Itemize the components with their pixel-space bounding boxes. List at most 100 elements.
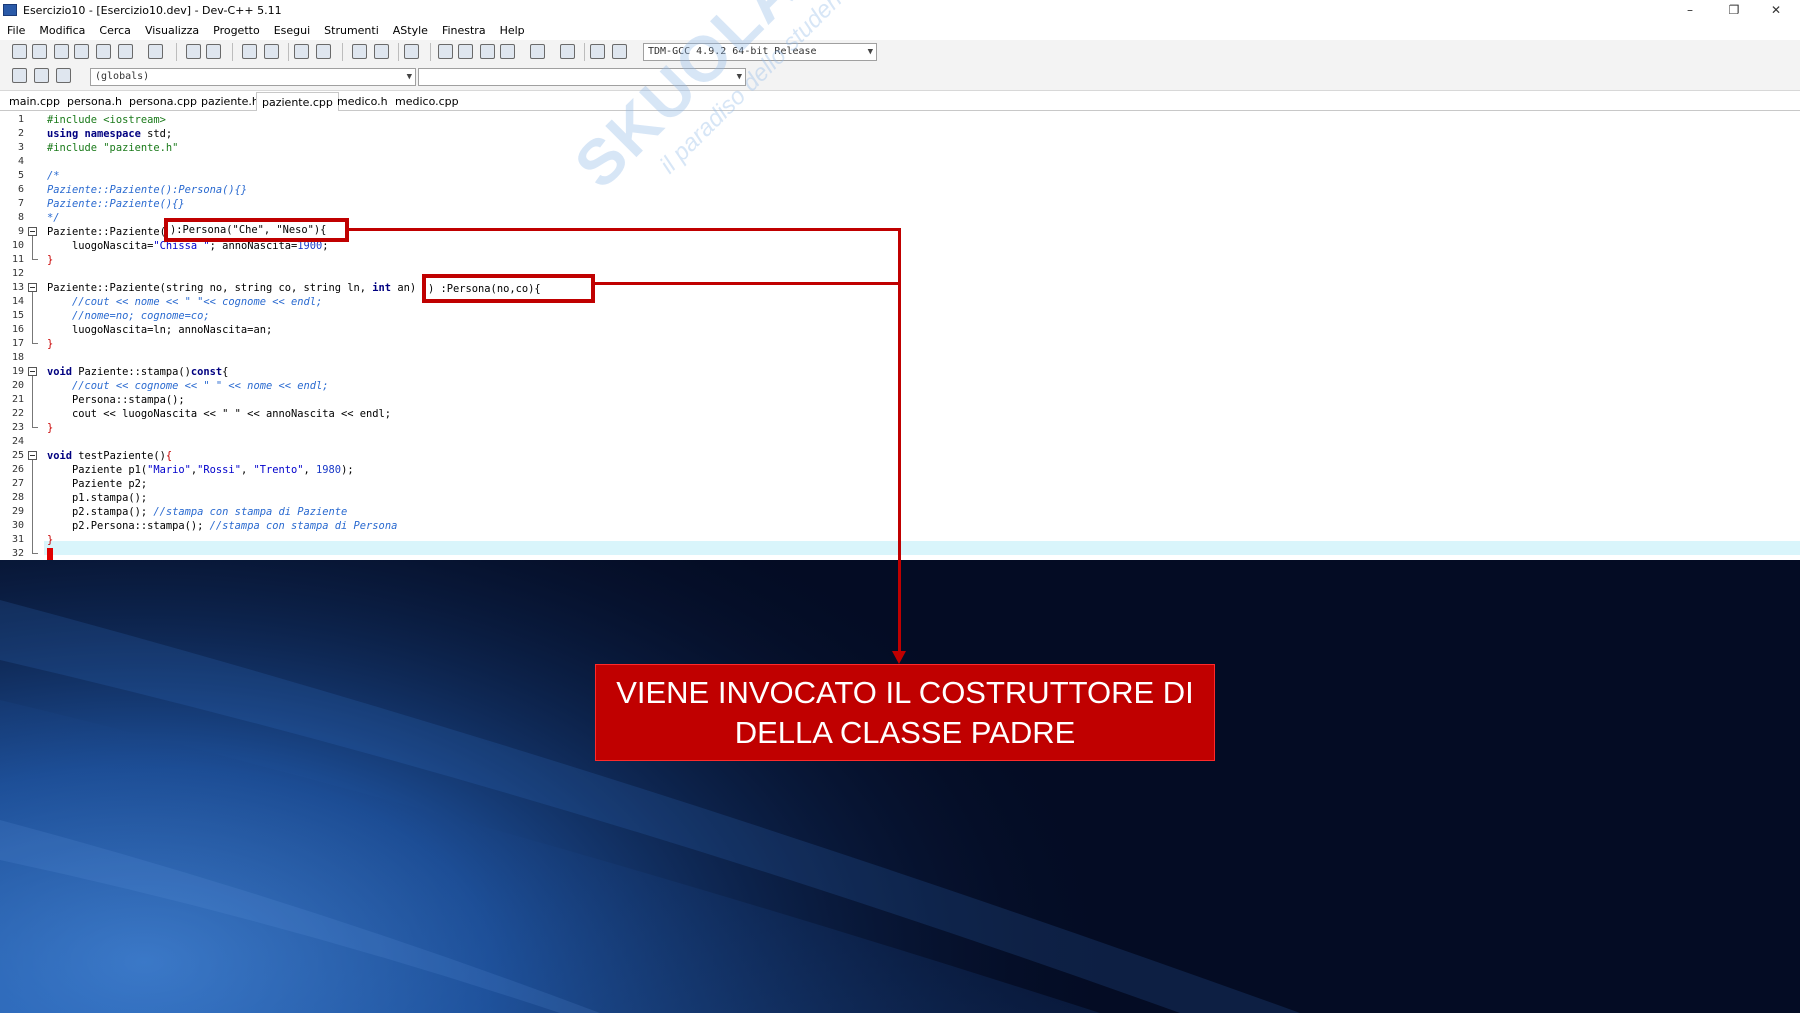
toolbar-separator	[176, 43, 177, 61]
chevron-down-icon: ▼	[406, 72, 412, 82]
debug-icon[interactable]	[612, 44, 627, 59]
code-line: void Paziente::stampa()const{	[47, 366, 229, 378]
code-line: p1.stampa();	[47, 492, 148, 504]
code-line: //nome=no; cognome=co;	[47, 310, 210, 322]
fold-guide	[32, 343, 38, 344]
line-number: 16	[11, 324, 24, 335]
line-number: 9	[17, 226, 24, 237]
code-line: Persona::stampa();	[47, 394, 185, 406]
line-number: 13	[11, 282, 24, 293]
editor-tabs: main.cpp persona.h persona.cpp paziente.…	[0, 92, 1800, 111]
redo-icon[interactable]	[206, 44, 221, 59]
remove-from-project-icon[interactable]	[374, 44, 389, 59]
code-line: /*	[47, 170, 60, 182]
toolbar-separator	[342, 43, 343, 61]
print-icon[interactable]	[148, 44, 163, 59]
callout-line-2: DELLA CLASSE PADRE	[734, 714, 1076, 750]
callout-line-1: VIENE INVOCATO IL COSTRUTTORE DI	[616, 674, 1194, 710]
menu-modifica[interactable]: Modifica	[32, 24, 92, 37]
menu-esegui[interactable]: Esegui	[267, 24, 317, 37]
menu-strumenti[interactable]: Strumenti	[317, 24, 386, 37]
close-button[interactable]: ✕	[1756, 0, 1796, 20]
code-line: }	[47, 254, 54, 266]
highlight-text: ):Persona("Che", "Neso"){	[170, 224, 327, 236]
tab-main-cpp[interactable]: main.cpp	[4, 94, 65, 110]
tab-paziente-cpp[interactable]: paziente.cpp	[256, 92, 339, 111]
line-number: 6	[17, 184, 24, 195]
save-all-icon[interactable]	[74, 44, 89, 59]
compile-run-icon[interactable]	[480, 44, 495, 59]
menu-visualizza[interactable]: Visualizza	[138, 24, 206, 37]
fold-toggle-icon[interactable]	[28, 367, 37, 376]
new-file-icon[interactable]	[12, 44, 27, 59]
highlight-box-persona-no-co: ) :Persona(no,co){	[422, 274, 595, 303]
menu-finestra[interactable]: Finestra	[435, 24, 493, 37]
line-number: 24	[11, 436, 24, 447]
fold-guide	[32, 376, 33, 427]
rebuild-all-icon[interactable]	[500, 44, 515, 59]
profile-icon[interactable]	[590, 44, 605, 59]
window-title: Esercizio10 - [Esercizio10.dev] - Dev-C+…	[23, 3, 282, 17]
text-caret	[47, 548, 53, 560]
chevron-down-icon: ▼	[736, 72, 742, 82]
tab-medico-cpp[interactable]: medico.cpp	[390, 94, 464, 110]
compiler-select[interactable]: TDM-GCC 4.9.2 64-bit Release ▼	[643, 43, 877, 61]
stop-execution-icon[interactable]	[560, 44, 575, 59]
compile-icon[interactable]	[438, 44, 453, 59]
undo-icon[interactable]	[186, 44, 201, 59]
goto-line-icon[interactable]	[294, 44, 309, 59]
insert-icon[interactable]	[12, 68, 27, 83]
add-to-project-icon[interactable]	[352, 44, 367, 59]
line-number: 20	[11, 380, 24, 391]
save-icon[interactable]	[54, 44, 69, 59]
toolbar-separator	[584, 43, 585, 61]
menu-astyle[interactable]: AStyle	[386, 24, 435, 37]
connector-line	[349, 228, 901, 231]
line-number: 18	[11, 352, 24, 363]
code-line: #include <iostream>	[47, 114, 166, 126]
menu-cerca[interactable]: Cerca	[92, 24, 138, 37]
code-line: }	[47, 422, 54, 434]
code-line: Paziente::Paziente(){}	[47, 198, 185, 210]
line-number: 8	[17, 212, 24, 223]
main-toolbar: TDM-GCC 4.9.2 64-bit Release ▼	[0, 40, 1800, 64]
menu-file[interactable]: File	[0, 24, 32, 37]
tab-persona-cpp[interactable]: persona.cpp	[124, 94, 202, 110]
maximize-button[interactable]: ❐	[1714, 0, 1754, 20]
fold-toggle-icon[interactable]	[28, 283, 37, 292]
project-options-icon[interactable]	[404, 44, 419, 59]
fold-toggle-icon[interactable]	[28, 451, 37, 460]
class-browser-toolbar: (globals) ▼ ▼	[0, 64, 1800, 91]
goto-bookmark-icon[interactable]	[56, 68, 71, 83]
menu-progetto[interactable]: Progetto	[206, 24, 267, 37]
fold-guide	[32, 427, 38, 428]
title-bar: Esercizio10 - [Esercizio10.dev] - Dev-C+…	[0, 0, 1800, 20]
fold-toggle-icon[interactable]	[28, 227, 37, 236]
minimize-button[interactable]: –	[1670, 0, 1710, 20]
replace-icon[interactable]	[264, 44, 279, 59]
run-icon[interactable]	[458, 44, 473, 59]
line-number: 3	[17, 142, 24, 153]
highlight-text: ) :Persona(no,co){	[428, 283, 541, 295]
find-icon[interactable]	[242, 44, 257, 59]
code-line: }	[47, 534, 54, 546]
tab-paziente-h[interactable]: paziente.h	[196, 94, 264, 110]
tab-medico-h[interactable]: medico.h	[332, 94, 393, 110]
open-file-icon[interactable]	[32, 44, 47, 59]
tab-persona-h[interactable]: persona.h	[62, 94, 127, 110]
code-line: }	[47, 338, 54, 350]
scope-select[interactable]: (globals) ▼	[90, 68, 416, 86]
code-line: Paziente::Paziente():Persona(){}	[47, 184, 248, 196]
member-select[interactable]: ▼	[418, 68, 746, 86]
fold-guide	[32, 236, 33, 259]
arrow-down-icon	[892, 651, 906, 664]
line-number: 14	[11, 296, 24, 307]
toggle-bookmark-icon[interactable]	[34, 68, 49, 83]
toolbar-separator	[232, 43, 233, 61]
bookmark-icon[interactable]	[316, 44, 331, 59]
close-file-icon[interactable]	[96, 44, 111, 59]
close-all-icon[interactable]	[118, 44, 133, 59]
menu-help[interactable]: Help	[493, 24, 532, 37]
line-number: 17	[11, 338, 24, 349]
syntax-check-icon[interactable]	[530, 44, 545, 59]
